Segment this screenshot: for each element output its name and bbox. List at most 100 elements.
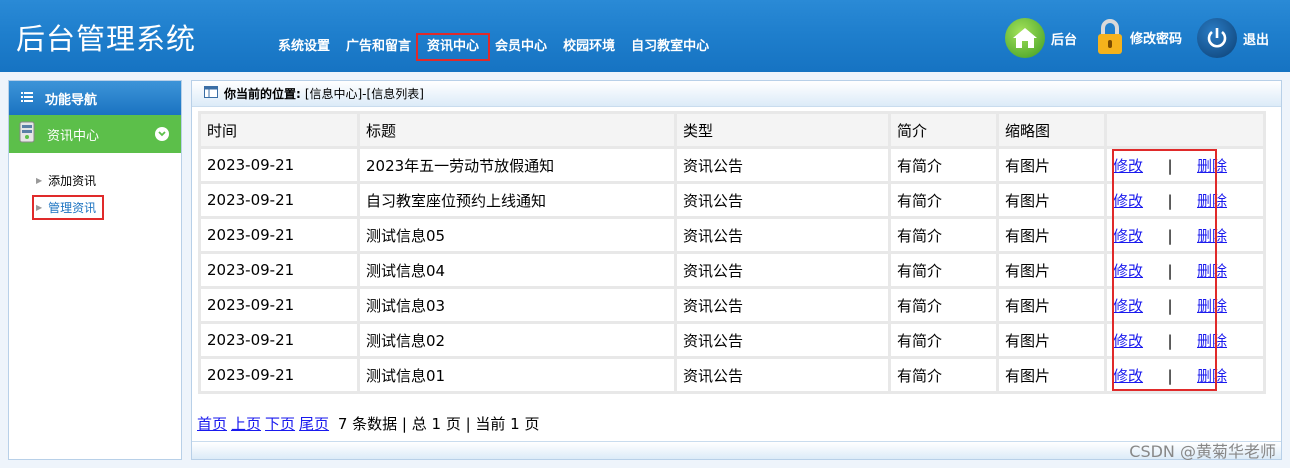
sidebar-section-news[interactable]: 资讯中心	[9, 115, 181, 153]
caret-right-icon: ▶	[36, 176, 43, 185]
cell-intro: 有简介	[891, 149, 996, 181]
table-row: 2023-09-21 2023年五一劳动节放假通知 资讯公告 有简介 有图片 修改 | 删除	[201, 149, 1263, 181]
pager: 首页 上页 下页 尾页 7 条数据 | 总 1 页 | 当前 1 页	[197, 413, 540, 434]
cell-thumb: 有图片	[999, 254, 1104, 286]
news-table: 时间 标题 类型 简介 缩略图 2023-09-21 2023年五一劳动节放假通知…	[198, 111, 1266, 394]
pager-last[interactable]: 尾页	[299, 415, 329, 433]
sidebar-item-label: 添加资讯	[48, 174, 97, 188]
sidebar-links: ▶ 添加资讯 ▶ 管理资讯	[9, 153, 181, 221]
delete-link[interactable]: 删除	[1197, 367, 1227, 385]
cell-type: 资讯公告	[677, 289, 888, 321]
edit-link[interactable]: 修改	[1113, 262, 1143, 280]
cell-type: 资讯公告	[677, 324, 888, 356]
cell-intro: 有简介	[891, 254, 996, 286]
cell-time: 2023-09-21	[201, 149, 357, 181]
edit-link[interactable]: 修改	[1113, 297, 1143, 315]
server-icon	[19, 121, 35, 147]
cell-title: 自习教室座位预约上线通知	[360, 184, 674, 216]
cell-intro: 有简介	[891, 184, 996, 216]
sidebar-item-add-news[interactable]: ▶ 添加资讯	[9, 167, 181, 194]
sidebar-item-highlight: ▶ 管理资讯	[31, 195, 105, 220]
action-separator: |	[1167, 156, 1173, 175]
cell-title: 2023年五一劳动节放假通知	[360, 149, 674, 181]
cell-type: 资讯公告	[677, 219, 888, 251]
breadcrumb-path: [信息中心]-[信息列表]	[304, 87, 424, 101]
caret-right-icon: ▶	[36, 203, 43, 212]
app-title: 后台管理系统	[16, 22, 197, 56]
edit-link[interactable]: 修改	[1113, 227, 1143, 245]
nav-member-center[interactable]: 会员中心	[487, 36, 555, 58]
cell-actions: 修改 | 删除	[1107, 324, 1263, 356]
cell-thumb: 有图片	[999, 289, 1104, 321]
edit-link[interactable]: 修改	[1113, 157, 1143, 175]
edit-link[interactable]: 修改	[1113, 192, 1143, 210]
delete-link[interactable]: 删除	[1197, 332, 1227, 350]
nav-ads-messages[interactable]: 广告和留言	[338, 36, 419, 58]
action-separator: |	[1167, 191, 1173, 210]
table-row: 2023-09-21 自习教室座位预约上线通知 资讯公告 有简介 有图片 修改 | 删除	[201, 184, 1263, 216]
action-separator: |	[1167, 296, 1173, 315]
cell-actions: 修改 | 删除	[1107, 254, 1263, 286]
top-nav: 系统设置 广告和留言 资讯中心 会员中心 校园环境 自习教室中心	[270, 33, 717, 61]
cell-time: 2023-09-21	[201, 324, 357, 356]
pager-next[interactable]: 下页	[265, 415, 295, 433]
table-row: 2023-09-21 测试信息04 资讯公告 有简介 有图片 修改 | 删除	[201, 254, 1263, 286]
edit-link[interactable]: 修改	[1113, 332, 1143, 350]
sidebar-header: 功能导航	[9, 81, 181, 115]
col-thumb: 缩略图	[999, 114, 1104, 146]
edit-link[interactable]: 修改	[1113, 367, 1143, 385]
nav-campus[interactable]: 校园环境	[555, 36, 623, 58]
cell-type: 资讯公告	[677, 149, 888, 181]
action-separator: |	[1167, 226, 1173, 245]
cell-title: 测试信息03	[360, 289, 674, 321]
table-row: 2023-09-21 测试信息03 资讯公告 有简介 有图片 修改 | 删除	[201, 289, 1263, 321]
panel-footer	[192, 441, 1281, 459]
action-separator: |	[1167, 366, 1173, 385]
table-row: 2023-09-21 测试信息01 资讯公告 有简介 有图片 修改 | 删除	[201, 359, 1263, 391]
cell-thumb: 有图片	[999, 324, 1104, 356]
home-label: 后台	[1051, 32, 1078, 48]
delete-link[interactable]: 删除	[1197, 157, 1227, 175]
cell-thumb: 有图片	[999, 149, 1104, 181]
cell-intro: 有简介	[891, 289, 996, 321]
cell-intro: 有简介	[891, 359, 996, 391]
nav-news-center[interactable]: 资讯中心	[416, 33, 491, 61]
pager-first[interactable]: 首页	[197, 415, 227, 433]
cell-time: 2023-09-21	[201, 219, 357, 251]
cell-type: 资讯公告	[677, 254, 888, 286]
cell-thumb: 有图片	[999, 219, 1104, 251]
sidebar: 功能导航 资讯中心 ▶ 添加资讯 ▶ 管理资讯	[8, 80, 182, 460]
action-separator: |	[1167, 331, 1173, 350]
delete-link[interactable]: 删除	[1197, 262, 1227, 280]
delete-link[interactable]: 删除	[1197, 227, 1227, 245]
top-header: 后台管理系统 系统设置 广告和留言 资讯中心 会员中心 校园环境 自习教室中心 …	[0, 0, 1290, 72]
col-type: 类型	[677, 114, 888, 146]
pager-prev[interactable]: 上页	[231, 415, 261, 433]
delete-link[interactable]: 删除	[1197, 297, 1227, 315]
chevron-down-icon[interactable]	[155, 127, 169, 141]
cell-title: 测试信息04	[360, 254, 674, 286]
table-header-row: 时间 标题 类型 简介 缩略图	[201, 114, 1263, 146]
cell-intro: 有简介	[891, 219, 996, 251]
cell-type: 资讯公告	[677, 359, 888, 391]
cell-actions: 修改 | 删除	[1107, 219, 1263, 251]
cell-title: 测试信息01	[360, 359, 674, 391]
main-panel: 你当前的位置: [信息中心]-[信息列表] 时间 标题 类型 简介 缩略图 20…	[191, 80, 1282, 460]
change-password-label: 修改密码	[1130, 31, 1183, 47]
change-password-tool[interactable]: 修改密码	[1096, 18, 1182, 56]
cell-time: 2023-09-21	[201, 254, 357, 286]
nav-system-settings[interactable]: 系统设置	[270, 36, 338, 58]
list-icon	[21, 91, 33, 106]
breadcrumb: 你当前的位置: [信息中心]-[信息列表]	[192, 81, 1281, 107]
sidebar-item-label: 管理资讯	[48, 201, 97, 215]
cell-title: 测试信息05	[360, 219, 674, 251]
watermark: CSDN @黄菊华老师	[1129, 442, 1276, 461]
logout-tool[interactable]: 退出	[1197, 18, 1269, 58]
cell-time: 2023-09-21	[201, 289, 357, 321]
delete-link[interactable]: 删除	[1197, 192, 1227, 210]
nav-study-room[interactable]: 自习教室中心	[623, 36, 717, 58]
table-row: 2023-09-21 测试信息02 资讯公告 有简介 有图片 修改 | 删除	[201, 324, 1263, 356]
home-tool[interactable]: 后台	[1005, 18, 1077, 58]
sidebar-item-manage-news[interactable]: ▶ 管理资讯	[9, 194, 181, 221]
home-icon	[1005, 18, 1045, 58]
